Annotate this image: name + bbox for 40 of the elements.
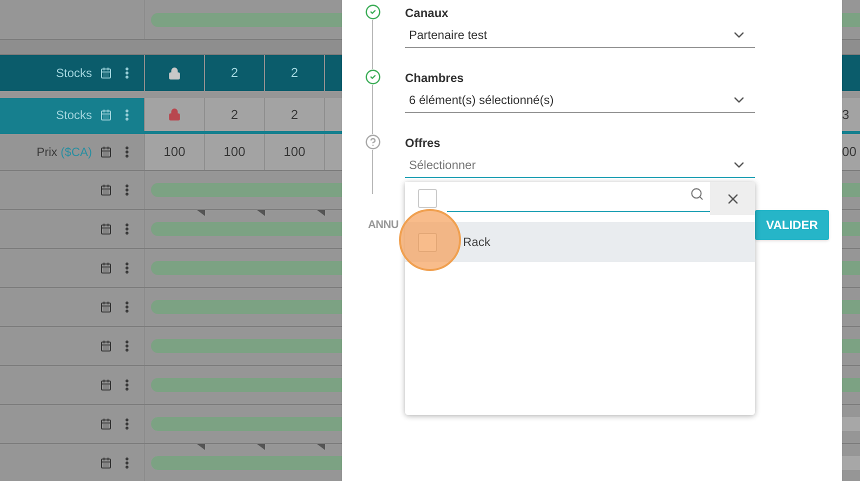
corner-marker-icon <box>197 444 205 450</box>
select-field[interactable]: 6 élément(s) sélectionné(s) <box>405 88 755 113</box>
calendar-icon[interactable] <box>100 184 112 196</box>
calendar-icon[interactable] <box>100 340 112 352</box>
checkbox[interactable] <box>418 189 437 208</box>
calendar-icon[interactable] <box>100 457 112 469</box>
calendar-icon[interactable] <box>100 418 112 430</box>
search-icon <box>690 187 704 201</box>
lock-icon <box>168 108 181 121</box>
row-label: Prix ($CA) <box>36 144 92 161</box>
table-cell: 2 <box>265 98 325 131</box>
table-cell: 100 <box>205 134 265 170</box>
corner-marker-icon <box>257 444 265 450</box>
table-cell: 2 <box>205 98 265 131</box>
row-label: Stocks <box>56 106 92 124</box>
corner-marker-icon <box>197 210 205 216</box>
field-label: Chambres <box>405 70 465 87</box>
table-cell: 3 <box>842 98 860 131</box>
corner-marker-icon <box>317 444 325 450</box>
calendar-icon[interactable] <box>100 301 112 313</box>
table-cell: 100 <box>265 134 325 170</box>
help-circle-icon <box>365 134 381 150</box>
select-field[interactable]: Partenaire test <box>405 23 755 48</box>
row-label: Stocks <box>56 65 92 82</box>
lock-icon <box>168 66 181 80</box>
calendar-icon[interactable] <box>100 223 112 235</box>
calendar-icon[interactable] <box>100 262 112 274</box>
corner-marker-icon <box>317 210 325 216</box>
calendar-icon[interactable] <box>100 379 112 391</box>
check-circle-icon <box>365 69 381 85</box>
field-label: Canaux <box>405 5 450 22</box>
field-label: Offres <box>405 135 442 152</box>
calendar-icon[interactable] <box>100 146 112 158</box>
table-cell: 100 <box>145 134 205 170</box>
corner-marker-icon <box>257 210 265 216</box>
search-field[interactable] <box>447 186 710 212</box>
select-field[interactable]: Sélectionner <box>405 153 755 178</box>
option-label: Rack <box>463 234 490 251</box>
table-cell: 00 <box>842 134 860 170</box>
check-circle-icon <box>365 4 381 20</box>
